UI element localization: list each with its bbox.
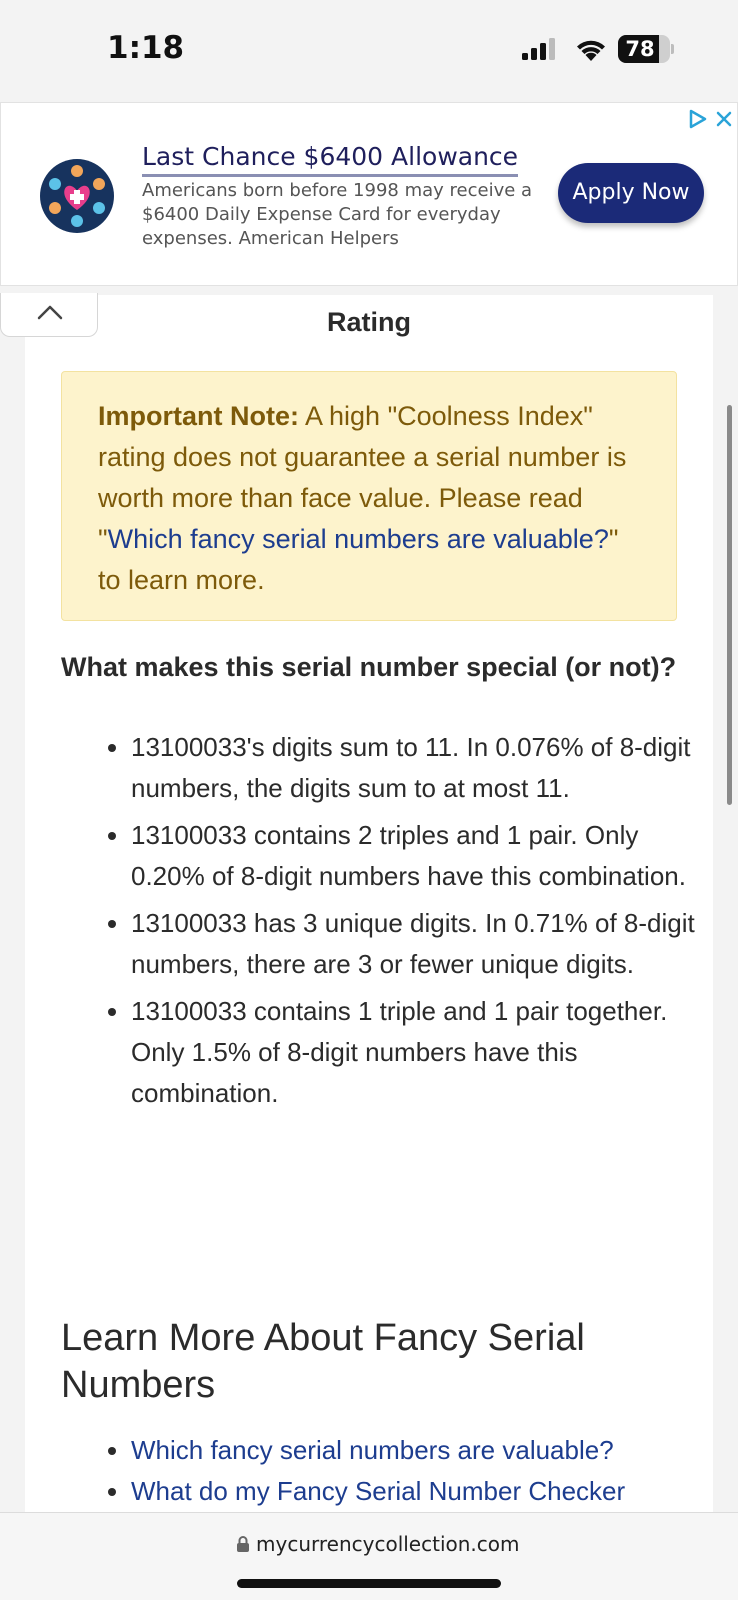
learn-more-links: Which fancy serial numbers are valuable?… [91, 1430, 703, 1512]
ad-banner[interactable]: Last Chance $6400 Allowance Americans bo… [0, 102, 738, 286]
collapse-ad-button[interactable] [0, 293, 98, 337]
browser-url-bar[interactable]: mycurrencycollection.com [0, 1512, 738, 1600]
ad-logo-icon [40, 159, 114, 233]
home-indicator[interactable] [237, 1579, 501, 1588]
valuable-serial-numbers-link[interactable]: Which fancy serial numbers are valuable? [108, 524, 609, 554]
important-note: Important Note: A high "Coolness Index" … [61, 371, 677, 621]
scrollbar[interactable] [727, 405, 732, 805]
wifi-icon [577, 40, 605, 61]
learn-link[interactable]: What do my Fancy Serial Number Checker [131, 1476, 625, 1506]
facts-list: 13100033's digits sum to 11. In 0.076% o… [91, 727, 703, 1120]
learn-more-heading: Learn More About Fancy Serial Numbers [61, 1317, 585, 1406]
main-content: Rating Important Note: A high "Coolness … [25, 295, 713, 1512]
status-time: 1:18 [107, 30, 185, 66]
apply-now-button[interactable]: Apply Now [558, 163, 704, 223]
list-item: 13100033 contains 1 triple and 1 pair to… [131, 991, 703, 1114]
lock-icon [237, 1536, 249, 1552]
ad-title[interactable]: Last Chance $6400 Allowance [142, 143, 519, 177]
close-icon[interactable] [715, 110, 733, 128]
cellular-signal-icon [522, 38, 555, 60]
ad-choices-icon[interactable] [688, 108, 708, 130]
status-bar: 1:18 78 [0, 0, 738, 100]
url-text[interactable]: mycurrencycollection.com [256, 1532, 520, 1556]
rating-heading: Rating [327, 307, 411, 337]
special-heading: What makes this serial number special (o… [61, 652, 677, 682]
learn-link[interactable]: Which fancy serial numbers are valuable? [131, 1435, 614, 1465]
battery-level-text: 78 [625, 37, 655, 61]
list-item: 13100033 contains 2 triples and 1 pair. … [131, 815, 703, 897]
list-item: 13100033 has 3 unique digits. In 0.71% o… [131, 903, 703, 985]
chevron-up-icon [37, 305, 63, 320]
list-item: Which fancy serial numbers are valuable? [131, 1430, 703, 1471]
list-item: What do my Fancy Serial Number Checker [131, 1471, 703, 1512]
list-item: 13100033's digits sum to 11. In 0.076% o… [131, 727, 703, 809]
ad-description: Americans born before 1998 may receive a… [142, 180, 533, 249]
note-label: Important Note: [98, 401, 299, 431]
battery-indicator: 78 [618, 35, 674, 63]
